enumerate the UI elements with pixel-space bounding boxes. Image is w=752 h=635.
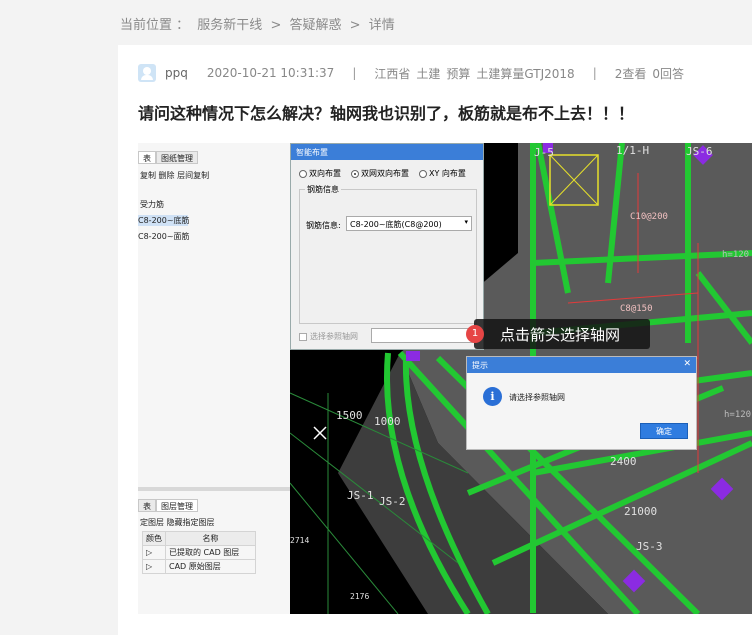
cad-label: h=120 xyxy=(724,410,751,420)
cad-label: 1500 xyxy=(336,409,363,422)
tree-root[interactable]: 受力筋 xyxy=(140,199,164,210)
smart-layout-dialog: 智能布置 双向布置 双网双向布置 XY 向布置 钢筋信息 钢筋信息: C8-20… xyxy=(290,143,484,350)
prompt-message: 请选择参照轴网 xyxy=(509,393,565,402)
col-color: 颜色 xyxy=(142,531,166,546)
col-name: 名称 xyxy=(165,531,256,546)
meta-divider: | xyxy=(592,66,597,80)
breadcrumb-label: 当前位置 ： xyxy=(120,18,190,33)
cad-label: 21000 xyxy=(624,505,657,518)
cad-label: 2176 xyxy=(350,592,369,601)
checkbox-label: 选择参照轴网 xyxy=(310,332,358,341)
cad-label: JS-2 xyxy=(379,495,406,508)
attached-screenshot[interactable]: J-5 1/1-H JS-6 C10@200 C8@150 h=120 h=12… xyxy=(138,143,752,614)
ok-button[interactable]: 确定 xyxy=(640,423,688,439)
post-tag[interactable]: 预算 xyxy=(446,65,470,82)
reference-grid-select[interactable] xyxy=(371,328,475,343)
prompt-dialog: 提示 ✕ i 请选择参照轴网 确定 xyxy=(466,356,697,450)
post-tag[interactable]: 土建算量GTJ2018 xyxy=(476,65,574,82)
breadcrumb-separator: > xyxy=(349,18,361,33)
tab-table-2[interactable]: 表 xyxy=(138,499,156,512)
dialog-title: 智能布置 xyxy=(291,144,483,160)
checkbox-icon xyxy=(299,332,307,341)
rebar-select[interactable]: C8-200~底筋(C8@200) xyxy=(346,216,472,231)
annotation-callout: 1 点击箭头选择轴网 xyxy=(466,319,650,349)
panel-divider[interactable] xyxy=(138,487,290,491)
layer-toolbar[interactable]: 定图层 隐藏指定图层 xyxy=(140,517,215,528)
cad-label: JS-3 xyxy=(636,540,663,553)
question-title: 请问这种情况下怎么解决？轴网我也识别了，板筋就是布不上去！！！ xyxy=(138,104,635,123)
cad-label: 2400 xyxy=(610,455,637,468)
radio-label: 双向布置 xyxy=(309,169,341,178)
info-icon: i xyxy=(483,387,502,406)
cad-label: C10@200 xyxy=(630,212,668,222)
meta-divider: | xyxy=(352,66,357,80)
tab-layer-management[interactable]: 图层管理 xyxy=(156,499,198,512)
left-panel: 表 图纸管理 复制 删除 层间复制 受力筋 C8-200~底筋 C8-200~面… xyxy=(138,143,290,614)
radio-double-net[interactable]: 双网双向布置 xyxy=(351,168,409,179)
avatar-icon[interactable] xyxy=(138,64,156,82)
breadcrumb-current: 详情 xyxy=(368,18,395,33)
post-datetime: 2020-10-21 10:31:37 xyxy=(206,66,335,80)
post-tag[interactable]: 土建 xyxy=(416,65,440,82)
layer-row[interactable]: CAD 原始图层 xyxy=(165,559,256,574)
post-region: 江西省 xyxy=(374,66,411,81)
radio-xy[interactable]: XY 向布置 xyxy=(419,168,466,179)
tab-table[interactable]: 表 xyxy=(138,151,156,164)
tree-item-selected[interactable]: C8-200~底筋 xyxy=(138,215,190,226)
cad-label: JS-6 xyxy=(686,145,713,158)
breadcrumb-link-qa[interactable]: 答疑解惑 xyxy=(289,18,341,33)
expand-icon[interactable]: ▷ xyxy=(142,559,166,574)
cad-label: 1/1-H xyxy=(616,144,649,157)
prompt-title-text: 提示 xyxy=(472,361,488,370)
radio-label: 双网双向布置 xyxy=(361,169,409,178)
tab-drawing-management[interactable]: 图纸管理 xyxy=(156,151,198,164)
breadcrumb-link-service[interactable]: 服务新干线 xyxy=(197,18,262,33)
layer-table: 颜色 名称 ▷ 已提取的 CAD 图层 ▷ CAD 原始图层 xyxy=(142,531,256,574)
answer-count: 0回答 xyxy=(652,66,685,81)
radio-label: XY 向布置 xyxy=(429,169,466,178)
radio-bidirectional[interactable]: 双向布置 xyxy=(299,168,341,179)
cad-label: JS-1 xyxy=(347,489,374,502)
cad-label: h=120 xyxy=(722,250,749,260)
callout-text: 点击箭头选择轴网 xyxy=(500,325,621,344)
author-name[interactable]: ppq xyxy=(165,66,188,80)
post-meta: ppq 2020-10-21 10:31:37 | 江西省 土建 预算 土建算量… xyxy=(138,63,684,83)
tree-item[interactable]: C8-200~面筋 xyxy=(138,231,190,242)
cad-label: 1000 xyxy=(374,415,401,428)
rebar-label: 钢筋信息: xyxy=(306,221,341,230)
close-icon[interactable]: ✕ xyxy=(683,359,691,369)
layer-row[interactable]: 已提取的 CAD 图层 xyxy=(165,545,256,560)
radio-selected-icon xyxy=(351,169,359,178)
radio-icon xyxy=(419,169,427,178)
left-tabs: 表 图纸管理 xyxy=(138,151,198,164)
cad-label: 2714 xyxy=(290,536,309,545)
layout-mode-radios: 双向布置 双网双向布置 XY 向布置 xyxy=(299,168,466,179)
reference-grid-checkbox[interactable]: 选择参照轴网 xyxy=(299,331,358,342)
radio-icon xyxy=(299,169,307,178)
cad-label: C8@150 xyxy=(620,304,653,314)
view-count: 2查看 xyxy=(614,66,647,81)
expand-icon[interactable]: ▷ xyxy=(142,545,166,560)
group-title: 钢筋信息 xyxy=(307,185,339,194)
prompt-title: 提示 ✕ xyxy=(467,357,696,373)
left-toolbar[interactable]: 复制 删除 层间复制 xyxy=(140,170,209,181)
question-card: ppq 2020-10-21 10:31:37 | 江西省 土建 预算 土建算量… xyxy=(118,45,752,635)
breadcrumb: 当前位置 ： 服务新干线 > 答疑解惑 > 详情 xyxy=(120,14,399,33)
breadcrumb-separator: > xyxy=(270,18,282,33)
layer-tabs: 表 图层管理 xyxy=(138,499,198,512)
cad-label: J-5 xyxy=(534,146,554,159)
step-badge: 1 xyxy=(466,325,484,343)
rebar-info-group: 钢筋信息 钢筋信息: C8-200~底筋(C8@200) xyxy=(299,184,477,324)
